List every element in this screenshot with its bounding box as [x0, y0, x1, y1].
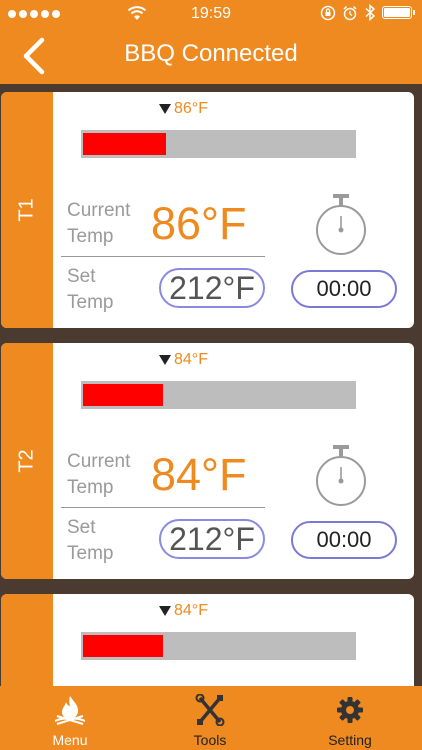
alarm-icon — [343, 5, 357, 20]
temperature-progress-bar — [81, 381, 356, 409]
probe-card-t1: T1 86°F Current Temp 86°F Set Temp 212°F… — [1, 92, 414, 328]
tab-tools[interactable]: Tools — [160, 686, 260, 750]
set-temp-button[interactable]: 212°F — [159, 268, 265, 308]
probe-name: T2 — [15, 449, 38, 473]
tab-tools-label: Tools — [193, 732, 227, 748]
current-temp-value: 86°F — [151, 198, 247, 249]
timer-button[interactable]: 00:00 — [291, 521, 397, 559]
tab-menu-label: Menu — [52, 732, 88, 748]
temp-marker: 84°F — [159, 351, 208, 369]
current-temp-label: Current Temp — [67, 451, 131, 498]
marker-temp: 86°F — [174, 100, 208, 117]
marker-temp: 84°F — [174, 351, 208, 368]
tools-icon — [195, 694, 225, 726]
tab-setting-label: Setting — [328, 732, 372, 748]
bluetooth-icon — [365, 4, 376, 21]
set-temp-label: Set Temp — [67, 517, 114, 564]
divider — [61, 256, 265, 257]
page-title: BBQ Connected — [124, 40, 298, 67]
probe-name: T1 — [15, 198, 38, 222]
marker-temp: 84°F — [174, 602, 208, 619]
marker-triangle-icon — [159, 355, 171, 365]
temperature-progress-bar — [81, 130, 356, 158]
stopwatch-icon[interactable] — [313, 192, 369, 258]
set-temp-label: Set Temp — [67, 266, 114, 313]
bottom-tab-bar: Menu Tools Setting — [0, 686, 422, 750]
timer-button[interactable]: 00:00 — [291, 270, 397, 308]
tab-setting[interactable]: Setting — [300, 686, 400, 750]
rotation-lock-icon — [320, 5, 336, 20]
probe-card-t2: T2 84°F Current Temp 84°F Set Temp 212°F… — [1, 343, 414, 579]
temp-marker: 86°F — [159, 100, 208, 118]
navigation-bar: BBQ Connected — [0, 28, 422, 84]
status-bar: 19:59 — [0, 0, 422, 28]
temperature-progress-bar — [81, 632, 356, 660]
marker-triangle-icon — [159, 104, 171, 114]
temp-marker: 84°F — [159, 602, 208, 620]
gear-icon — [337, 697, 363, 723]
current-temp-value: 84°F — [151, 449, 247, 500]
probe-tab: T1 — [1, 92, 53, 328]
tab-menu[interactable]: Menu — [20, 686, 120, 750]
divider — [61, 507, 265, 508]
stopwatch-icon[interactable] — [313, 443, 369, 509]
progress-fill — [83, 384, 163, 406]
probe-tab: T2 — [1, 343, 53, 579]
progress-fill — [83, 133, 166, 155]
progress-fill — [83, 635, 163, 657]
set-temp-button[interactable]: 212°F — [159, 519, 265, 559]
marker-triangle-icon — [159, 606, 171, 616]
fire-icon — [55, 696, 85, 725]
battery-icon — [382, 6, 415, 19]
current-temp-label: Current Temp — [67, 200, 131, 247]
